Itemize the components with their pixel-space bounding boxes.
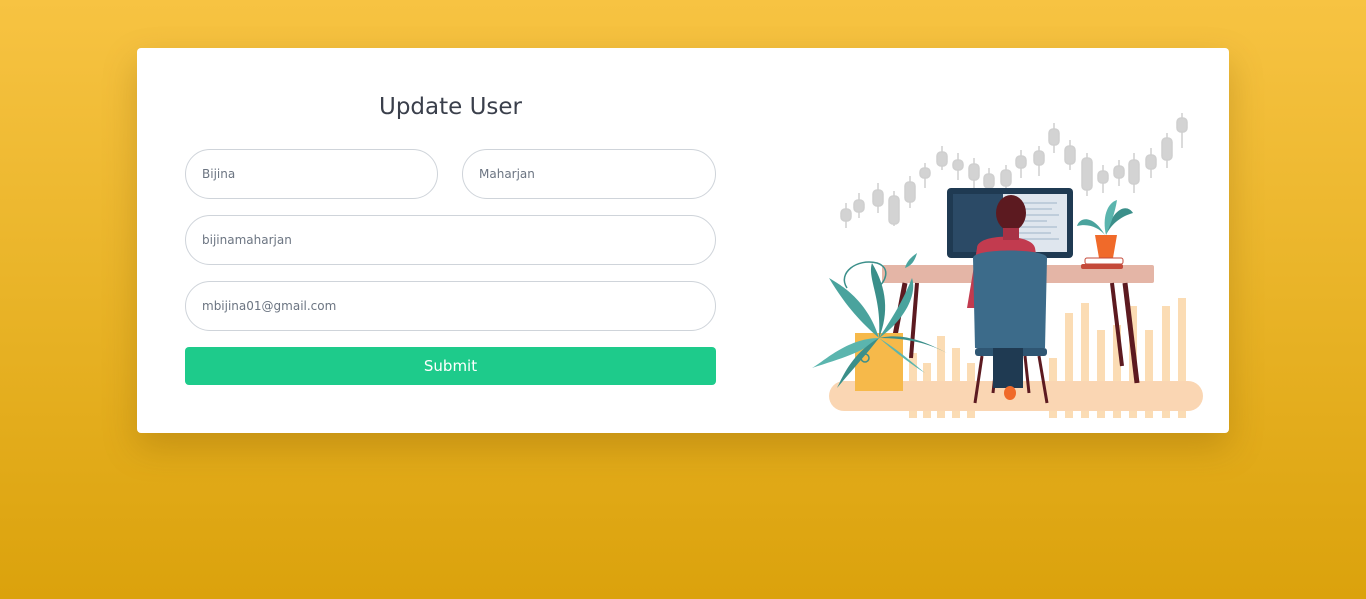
update-user-form: Update User Submit: [185, 48, 716, 433]
first-name-input[interactable]: [185, 149, 438, 199]
developer-at-desk-illustration: [812, 113, 1203, 418]
update-user-card: Update User Submit: [137, 48, 1229, 433]
page-title: Update User: [378, 94, 523, 120]
username-input[interactable]: [185, 215, 716, 265]
desk-plant-illustration: [1077, 200, 1133, 269]
email-input[interactable]: [185, 281, 716, 331]
submit-button[interactable]: Submit: [185, 347, 716, 385]
last-name-input[interactable]: [462, 149, 716, 199]
